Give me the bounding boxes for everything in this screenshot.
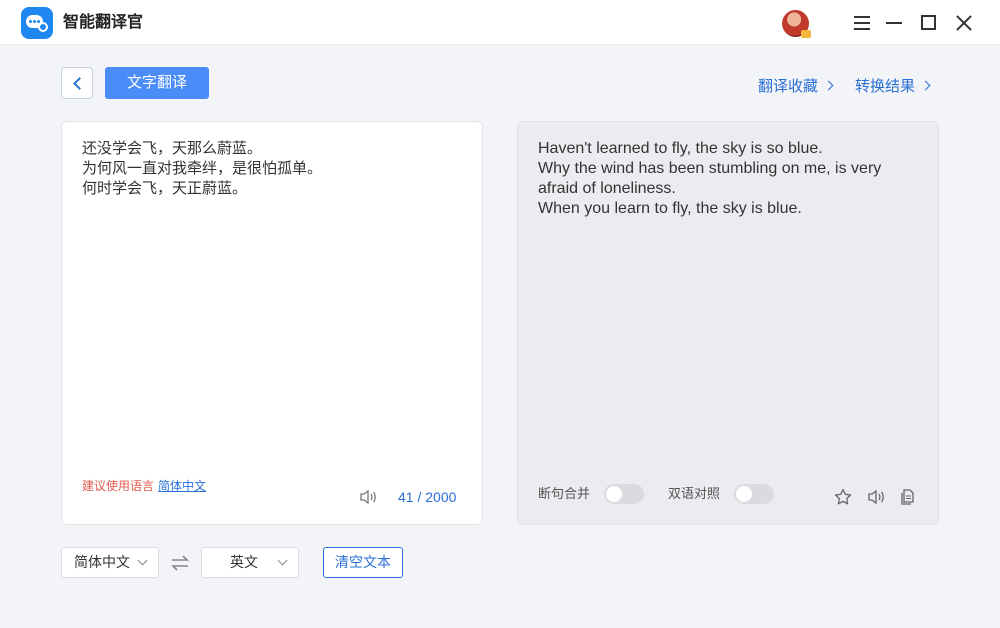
bilingual-toggle[interactable] (734, 484, 774, 504)
merge-sentences-label: 断句合并 (538, 486, 591, 501)
suggest-language-link[interactable]: 简体中文 (158, 479, 206, 493)
source-language-value: 简体中文 (74, 554, 130, 570)
chevron-down-icon (277, 555, 288, 566)
text-translate-tab[interactable]: 文字翻译 (105, 67, 209, 99)
merge-sentences-toggle[interactable] (604, 484, 644, 504)
back-button[interactable] (61, 67, 93, 99)
app-logo-icon (21, 7, 53, 39)
maximize-button[interactable] (918, 12, 940, 34)
favorites-link-label: 翻译收藏 (758, 78, 819, 95)
suggest-label: 建议使用语言 (82, 479, 155, 493)
chevron-down-icon (137, 555, 148, 566)
bilingual-label: 双语对照 (668, 486, 721, 501)
vip-crown-icon (801, 30, 811, 38)
chevron-left-icon (73, 77, 86, 90)
source-line: 为何风一直对我牵绊，是很怕孤单。 (82, 160, 323, 177)
title-bar: 智能翻译官 (0, 0, 1000, 45)
user-avatar[interactable] (782, 10, 811, 38)
chevron-right-icon (823, 80, 834, 91)
swap-icon[interactable] (170, 554, 190, 572)
source-line: 还没学会飞，天那么蔚蓝。 (82, 140, 263, 157)
target-panel: Haven't learned to fly, the sky is so bl… (517, 121, 939, 525)
copy-icon[interactable] (899, 488, 917, 506)
source-text-area[interactable]: 还没学会飞，天那么蔚蓝。 为何风一直对我牵绊，是很怕孤单。 何时学会飞，天正蔚蓝… (82, 139, 462, 199)
favorites-link[interactable]: 翻译收藏 (758, 77, 834, 97)
target-language-value: 英文 (230, 554, 258, 570)
speaker-icon[interactable] (867, 488, 885, 506)
source-panel: 还没学会飞，天那么蔚蓝。 为何风一直对我牵绊，是很怕孤单。 何时学会飞，天正蔚蓝… (61, 121, 483, 525)
target-line: Haven't learned to fly, the sky is so bl… (538, 140, 823, 157)
target-language-select[interactable]: 英文 (201, 547, 299, 578)
source-language-select[interactable]: 简体中文 (61, 547, 159, 578)
minimize-button[interactable] (883, 12, 905, 34)
chevron-right-icon (920, 80, 931, 91)
language-suggestion: 建议使用语言 简体中文 (82, 478, 206, 494)
app-title: 智能翻译官 (63, 14, 144, 31)
speaker-icon[interactable] (359, 489, 377, 505)
menu-icon[interactable] (851, 12, 873, 34)
target-line: Why the wind has been stumbling on me, i… (538, 160, 886, 197)
translation-output: Haven't learned to fly, the sky is so bl… (538, 139, 923, 219)
clear-text-button[interactable]: 清空文本 (323, 547, 403, 578)
results-link[interactable]: 转换结果 (855, 77, 931, 97)
star-icon[interactable] (834, 488, 852, 506)
char-counter: 41 / 2000 (398, 489, 457, 505)
source-line: 何时学会飞，天正蔚蓝。 (82, 180, 248, 197)
close-button[interactable] (953, 12, 975, 34)
target-line: When you learn to fly, the sky is blue. (538, 200, 802, 217)
results-link-label: 转换结果 (855, 78, 916, 95)
